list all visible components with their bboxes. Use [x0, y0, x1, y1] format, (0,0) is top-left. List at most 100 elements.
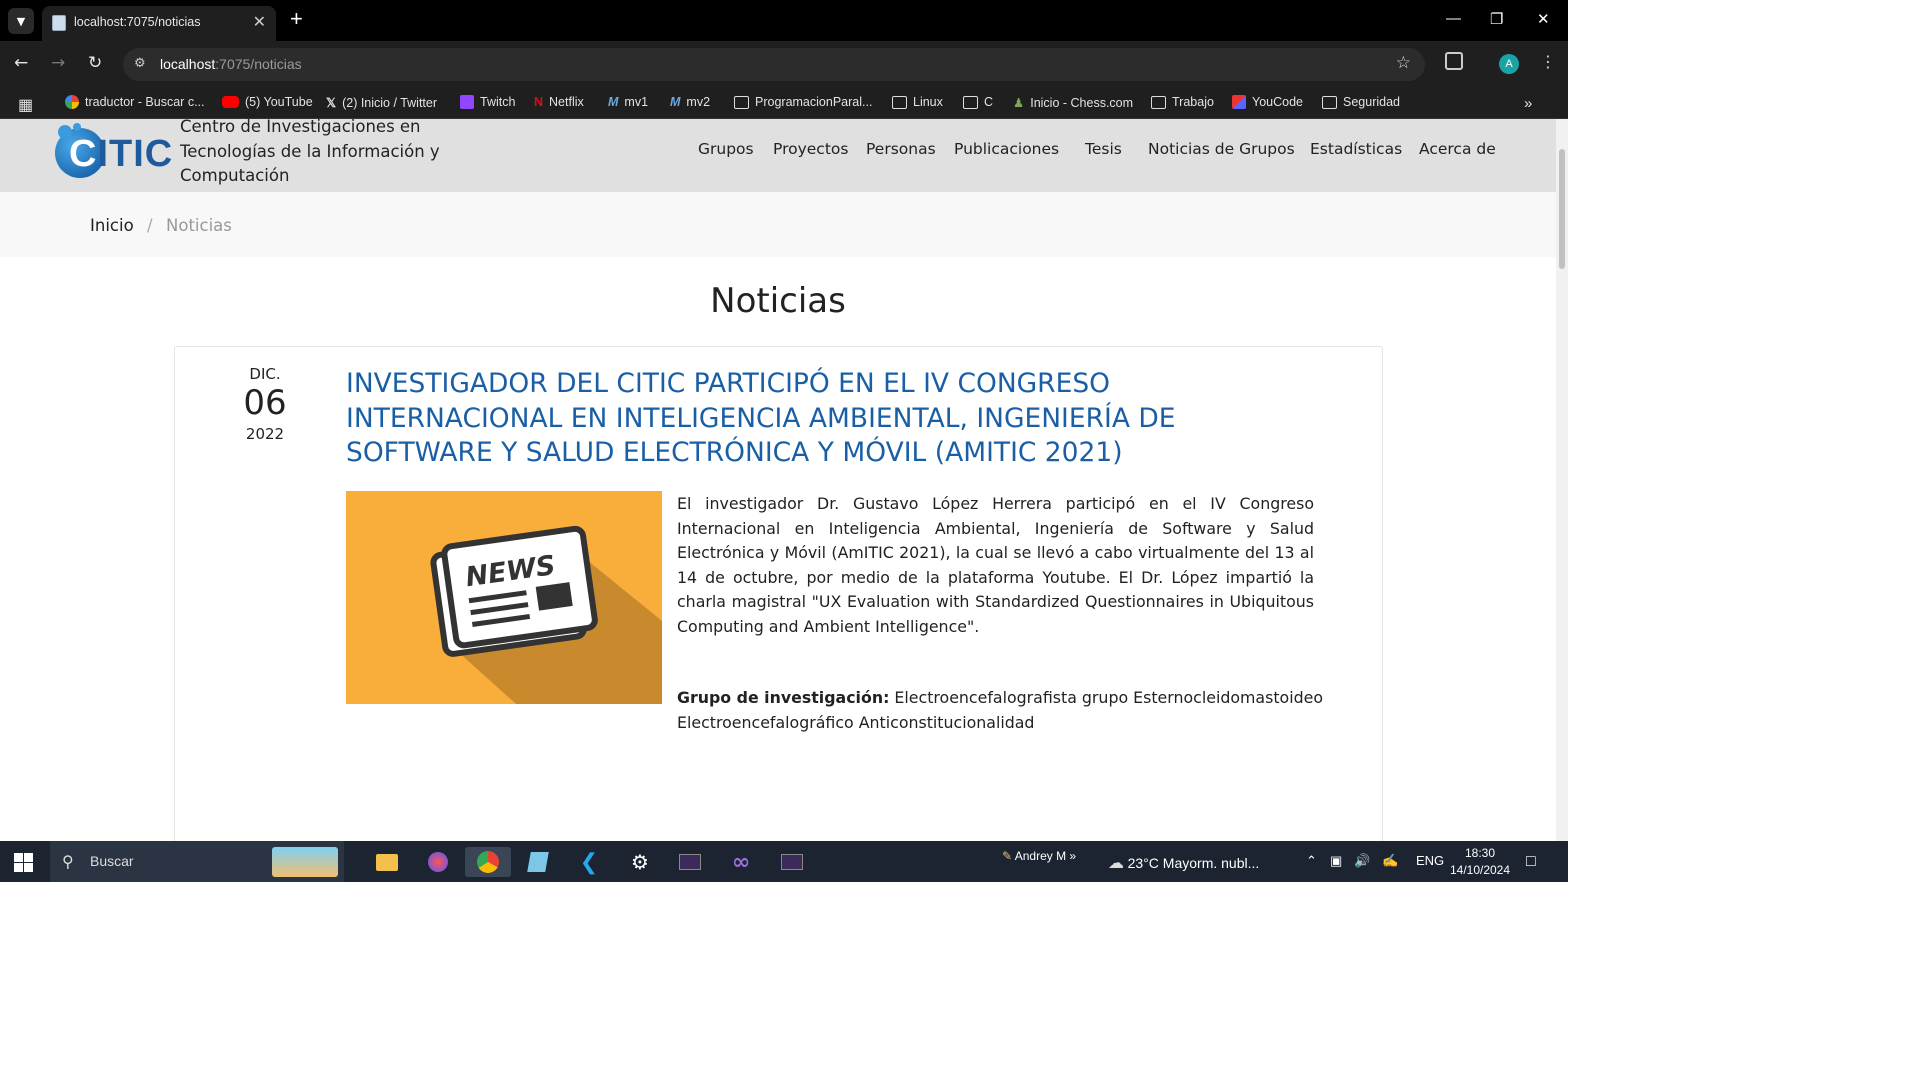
- m-icon: M: [608, 95, 619, 109]
- youcode-icon: [1232, 95, 1246, 109]
- folder-icon: [734, 95, 749, 109]
- breadcrumb-current: Noticias: [166, 216, 232, 235]
- youtube-icon: [222, 96, 239, 108]
- notifications-icon[interactable]: □: [1526, 853, 1536, 871]
- apps-grid-icon[interactable]: ▦: [18, 95, 33, 115]
- menu-publicaciones[interactable]: Publicaciones: [954, 140, 1059, 158]
- citic-logo[interactable]: CITIC: [55, 123, 172, 181]
- netflix-icon: N: [534, 95, 544, 109]
- notes-icon[interactable]: [521, 847, 555, 877]
- menu-proyectos[interactable]: Proyectos: [773, 140, 848, 158]
- bookmark-star-icon[interactable]: ☆: [1396, 53, 1411, 73]
- url-text: localhost:7075/noticias: [160, 56, 302, 72]
- bookmark-seguridad[interactable]: Seguridad: [1322, 95, 1400, 109]
- bookmark-mv2[interactable]: Mmv2: [670, 95, 710, 109]
- volume-icon[interactable]: 🔊: [1354, 853, 1370, 869]
- browser-toolbar: ← → ↻ ⚙ localhost:7075/noticias ☆: [0, 41, 1568, 87]
- clock-time: 18:30: [1464, 846, 1496, 860]
- taskbar-search[interactable]: ⚲ Buscar: [50, 841, 344, 882]
- group-label: Grupo de investigación:: [677, 688, 890, 707]
- clock-date: 14/10/2024: [1449, 863, 1511, 877]
- tab-active[interactable]: localhost:7075/noticias ✕: [42, 6, 276, 41]
- bookmark-youcode[interactable]: YouCode: [1232, 95, 1303, 109]
- bookmark-chess[interactable]: ♟ Inicio - Chess.com: [1013, 95, 1133, 111]
- language-indicator[interactable]: ENG: [1416, 853, 1444, 868]
- bookmarks-bar: ▦ traductor - Buscar c... (5) YouTube 𝕏(…: [0, 87, 1568, 119]
- search-placeholder: Buscar: [90, 853, 134, 869]
- news-group: Grupo de investigación: Electroencefalog…: [677, 686, 1377, 735]
- news-date-day: 06: [243, 383, 287, 423]
- reload-icon[interactable]: ↻: [88, 53, 102, 73]
- minimize-icon[interactable]: —: [1446, 10, 1461, 27]
- menu-tesis[interactable]: Tesis: [1085, 140, 1122, 158]
- breadcrumb-separator: /: [147, 216, 153, 235]
- news-image: NEWS: [346, 491, 662, 704]
- site-info-icon[interactable]: ⚙: [134, 56, 150, 72]
- windows-start-icon[interactable]: [14, 853, 33, 872]
- folder-icon: [1151, 95, 1166, 109]
- pen-icon[interactable]: ✍: [1382, 853, 1398, 869]
- weather-widget[interactable]: ☁ 23°C Mayorm. nubl...: [1108, 853, 1259, 873]
- visual-studio-icon[interactable]: ∞: [724, 847, 758, 877]
- browser-menu-icon[interactable]: ⋮: [1540, 52, 1556, 71]
- menu-personas[interactable]: Personas: [866, 140, 936, 158]
- back-arrow-icon[interactable]: ←: [14, 53, 28, 73]
- page-title: Noticias: [710, 281, 846, 321]
- search-highlight-image: [272, 847, 338, 877]
- menu-estadisticas[interactable]: Estadísticas: [1310, 140, 1402, 158]
- weather-cloud-icon: ☁: [1108, 855, 1124, 872]
- news-date-year: 2022: [245, 425, 285, 443]
- bookmark-traductor[interactable]: traductor - Buscar c...: [65, 95, 204, 109]
- extensions-puzzle-icon[interactable]: [1445, 52, 1463, 70]
- bookmark-netflix[interactable]: N Netflix: [534, 95, 584, 109]
- tab-search-chevron-icon[interactable]: ▼: [8, 8, 34, 34]
- restore-icon[interactable]: ❐: [1490, 10, 1503, 28]
- logo-dot: [73, 123, 81, 131]
- vscode-icon[interactable]: ❮: [572, 847, 606, 877]
- news-date-month: DIC.: [249, 365, 281, 383]
- breadcrumb-home[interactable]: Inicio: [90, 216, 134, 235]
- windows-taskbar: ⚲ Buscar ❮ ⚙ ∞ ✎ Andrey M » ☁ 23°C Mayor…: [0, 841, 1568, 882]
- chess-icon: ♟: [1013, 96, 1025, 110]
- bookmark-youtube[interactable]: (5) YouTube: [222, 95, 313, 109]
- more-bookmarks-chevron-icon[interactable]: »: [1524, 95, 1532, 112]
- terminal-icon[interactable]: [775, 847, 809, 877]
- x-icon: 𝕏: [326, 96, 337, 110]
- breadcrumb: Inicio / Noticias: [0, 192, 1556, 257]
- org-name: Centro de Investigaciones en Tecnologías…: [180, 119, 440, 185]
- tab-close-icon[interactable]: ✕: [253, 12, 266, 32]
- bookmark-twitch[interactable]: Twitch: [460, 95, 515, 109]
- tray-chevron-icon[interactable]: ⌃: [1306, 853, 1317, 869]
- bookmark-programacion[interactable]: ProgramacionParal...: [734, 95, 872, 109]
- news-title-link[interactable]: Investigador del CITIC participó en el I…: [346, 367, 1266, 471]
- forward-arrow-icon[interactable]: →: [51, 53, 65, 73]
- clock[interactable]: 18:30 14/10/2024: [1449, 845, 1511, 879]
- user-widget[interactable]: ✎ Andrey M »: [1002, 849, 1076, 863]
- folder-icon: [963, 95, 978, 109]
- bookmark-c[interactable]: C: [963, 95, 993, 109]
- network-icon[interactable]: ▣: [1330, 853, 1342, 869]
- profile-avatar[interactable]: A: [1499, 54, 1519, 74]
- logo-text: CITIC: [69, 133, 174, 175]
- google-icon: [65, 95, 79, 109]
- newspaper-icon: NEWS: [430, 525, 662, 704]
- menu-noticias-de-grupos[interactable]: Noticias de Grupos: [1148, 140, 1295, 158]
- bookmark-linux[interactable]: Linux: [892, 95, 943, 109]
- window-close-icon[interactable]: ✕: [1537, 10, 1550, 28]
- new-tab-plus-icon[interactable]: +: [290, 6, 303, 32]
- folder-icon: [892, 95, 907, 109]
- chrome-icon[interactable]: [465, 847, 511, 877]
- paint-icon[interactable]: [421, 847, 455, 877]
- file-explorer-icon[interactable]: [370, 847, 404, 877]
- settings-gear-icon[interactable]: ⚙: [623, 847, 657, 877]
- terminal-icon[interactable]: [673, 847, 707, 877]
- bookmark-trabajo[interactable]: Trabajo: [1151, 95, 1214, 109]
- menu-grupos[interactable]: Grupos: [698, 140, 754, 158]
- bookmark-twitter[interactable]: 𝕏 (2) Inicio / Twitter: [326, 95, 437, 111]
- web-page: CITIC Centro de Investigaciones en Tecno…: [0, 119, 1556, 841]
- address-bar[interactable]: ⚙ localhost:7075/noticias ☆: [123, 48, 1425, 81]
- bookmark-mv1[interactable]: Mmv1: [608, 95, 648, 109]
- page-scrollbar[interactable]: [1556, 119, 1568, 841]
- page-favicon-icon: [52, 15, 66, 31]
- menu-acerca-de[interactable]: Acerca de: [1419, 140, 1496, 158]
